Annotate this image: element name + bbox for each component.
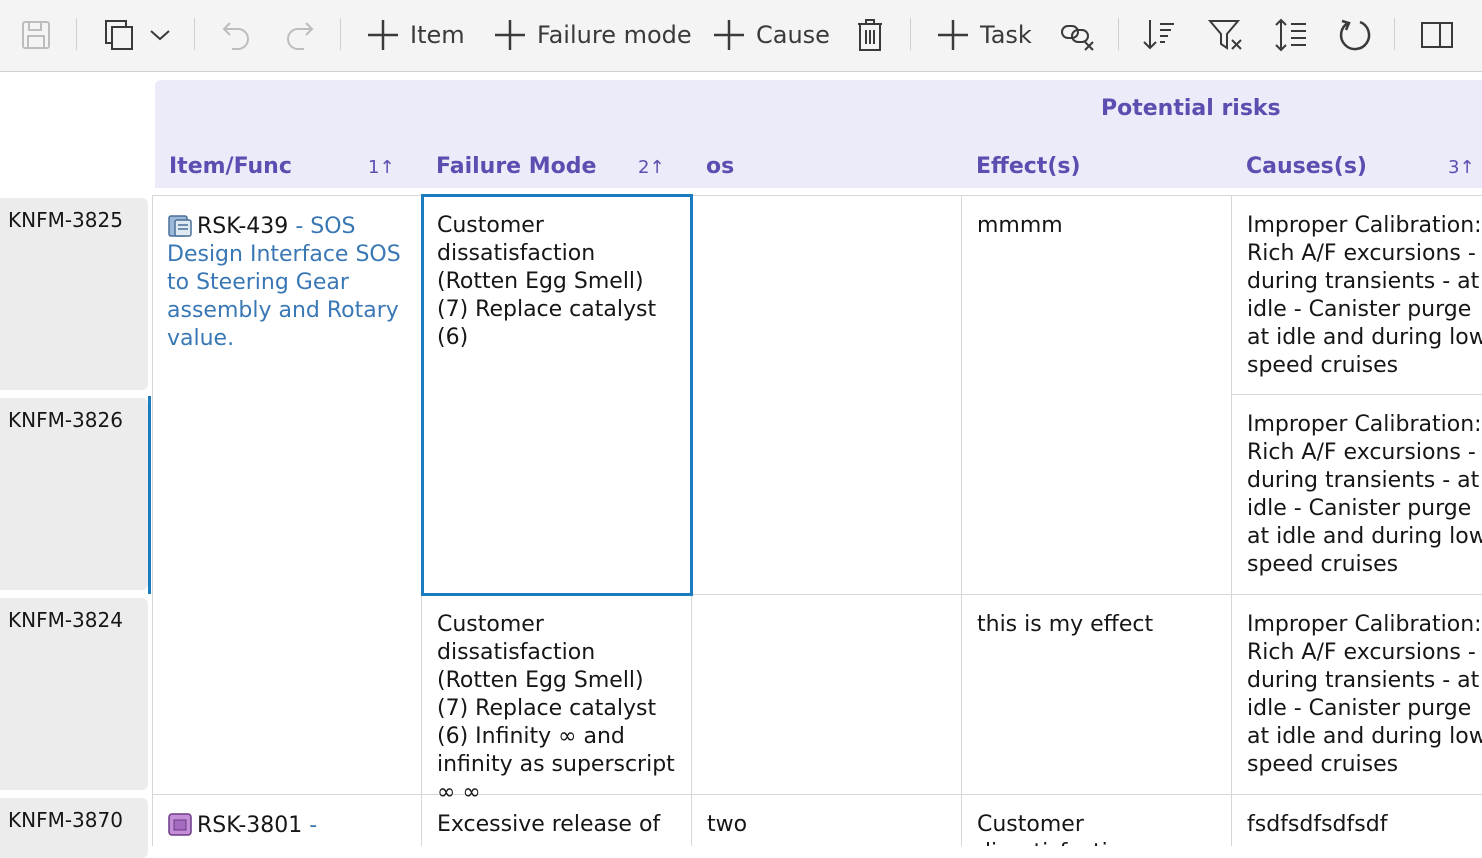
item-func-cell[interactable]: RSK-439 - SOS Design Interface SOS to St… <box>167 212 403 353</box>
column-header-failure-mode[interactable]: Failure Mode <box>436 154 596 179</box>
toolbar-divider <box>1118 18 1119 50</box>
group-header-potential-risks: Potential risks <box>1101 96 1281 121</box>
selected-cell-outline <box>421 194 693 596</box>
refresh-icon[interactable] <box>1338 10 1372 60</box>
row-id: KNFM-3870 <box>8 808 123 832</box>
toolbar-divider <box>76 18 77 50</box>
copy-icon[interactable] <box>102 10 136 60</box>
risk-id[interactable]: RSK-3801 <box>197 813 302 838</box>
cause-cell-clip: Improper Calibration: Rich A/F excursion… <box>1247 212 1482 392</box>
row-header[interactable]: KNFM-3825 <box>0 198 148 390</box>
grid-line <box>152 195 1482 196</box>
row-id: KNFM-3825 <box>8 208 123 232</box>
column-header-os[interactable]: os <box>706 154 734 179</box>
cause-cell-clip: Improper Calibration: Rich A/F excursion… <box>1247 611 1482 791</box>
grid-line <box>152 794 1482 795</box>
chevron-down-icon[interactable] <box>148 10 172 60</box>
cause-cell[interactable]: Improper Calibration: Rich A/F excursion… <box>1247 611 1482 779</box>
undo-icon[interactable] <box>220 10 252 60</box>
effect-cell[interactable]: this is my effect <box>977 611 1217 639</box>
add-item-button[interactable]: Item <box>366 10 465 60</box>
grid-line <box>152 195 153 846</box>
plus-icon <box>368 20 398 50</box>
sort-indicator[interactable]: 1↑ <box>368 157 395 178</box>
unlink-icon[interactable] <box>1060 10 1096 60</box>
plus-icon <box>714 20 744 50</box>
failure-mode-cell[interactable]: Excessive release of H2S <box>437 811 681 839</box>
add-task-label: Task <box>980 21 1032 49</box>
sort-indicator[interactable]: 3↑ <box>1448 157 1475 178</box>
row-height-icon[interactable] <box>1274 10 1308 60</box>
column-header-effects[interactable]: Effect(s) <box>976 154 1081 179</box>
add-item-label: Item <box>410 21 465 49</box>
add-task-button[interactable]: Task <box>936 10 1032 60</box>
sort-indicator[interactable]: 2↑ <box>638 157 665 178</box>
column-header-causes[interactable]: Causes(s) <box>1246 154 1367 179</box>
save-icon[interactable] <box>20 10 52 60</box>
grid-line <box>1231 394 1482 395</box>
cause-cell[interactable]: Improper Calibration: Rich A/F excursion… <box>1247 411 1482 579</box>
add-cause-button[interactable]: Cause <box>712 10 830 60</box>
cause-cell[interactable]: Improper Calibration: Rich A/F excursion… <box>1247 212 1482 380</box>
toolbar-divider <box>194 18 195 50</box>
column-header-item-func[interactable]: Item/Func <box>169 154 292 179</box>
toolbar: Item Failure mode Cause Task <box>0 0 1482 72</box>
plus-icon <box>495 20 525 50</box>
trash-icon[interactable] <box>856 10 884 60</box>
cause-cell-clip: Improper Calibration: Rich A/F excursion… <box>1247 411 1482 591</box>
effect-cell[interactable]: mmmm <box>977 212 1217 240</box>
row-header[interactable]: KNFM-3824 <box>0 598 148 790</box>
row-id: KNFM-3826 <box>8 408 123 432</box>
toolbar-divider <box>340 18 341 50</box>
sort-icon[interactable] <box>1142 10 1176 60</box>
failure-mode-cell-clip: Excessive release of H2S <box>437 811 681 839</box>
failure-mode-cell[interactable]: Customer dissatisfaction (Rotten Egg Sme… <box>437 611 681 807</box>
plus-icon <box>938 20 968 50</box>
toolbar-divider <box>1394 18 1395 50</box>
side-panel-icon[interactable] <box>1420 10 1454 60</box>
row-id: KNFM-3824 <box>8 608 123 632</box>
effect-cell[interactable]: Customer dissatisfaction (Rotten <box>977 811 1221 846</box>
risk-description-link[interactable]: - <box>309 813 317 838</box>
risk-id[interactable]: RSK-439 <box>197 214 288 239</box>
add-cause-label: Cause <box>756 21 830 49</box>
clear-filter-icon[interactable] <box>1208 10 1244 60</box>
cause-cell[interactable]: fsdfsdfsdfsdf <box>1247 811 1477 839</box>
add-failure-mode-button[interactable]: Failure mode <box>493 10 692 60</box>
os-cell[interactable]: two <box>707 811 947 839</box>
toolbar-divider <box>910 18 911 50</box>
row-selection-indicator <box>148 396 151 594</box>
row-header[interactable]: KNFM-3870 <box>0 798 148 858</box>
add-failure-mode-label: Failure mode <box>537 21 692 49</box>
item-func-cell[interactable]: RSK-3801 - <box>167 811 403 840</box>
redo-icon[interactable] <box>284 10 316 60</box>
row-header[interactable]: KNFM-3826 <box>0 398 148 590</box>
grid-line <box>961 195 962 846</box>
risk-item-icon <box>168 813 192 836</box>
grid-line <box>1231 195 1232 846</box>
risk-item-icon <box>168 215 192 237</box>
effect-cell-clip: Customer dissatisfaction (Rotten <box>977 811 1221 846</box>
